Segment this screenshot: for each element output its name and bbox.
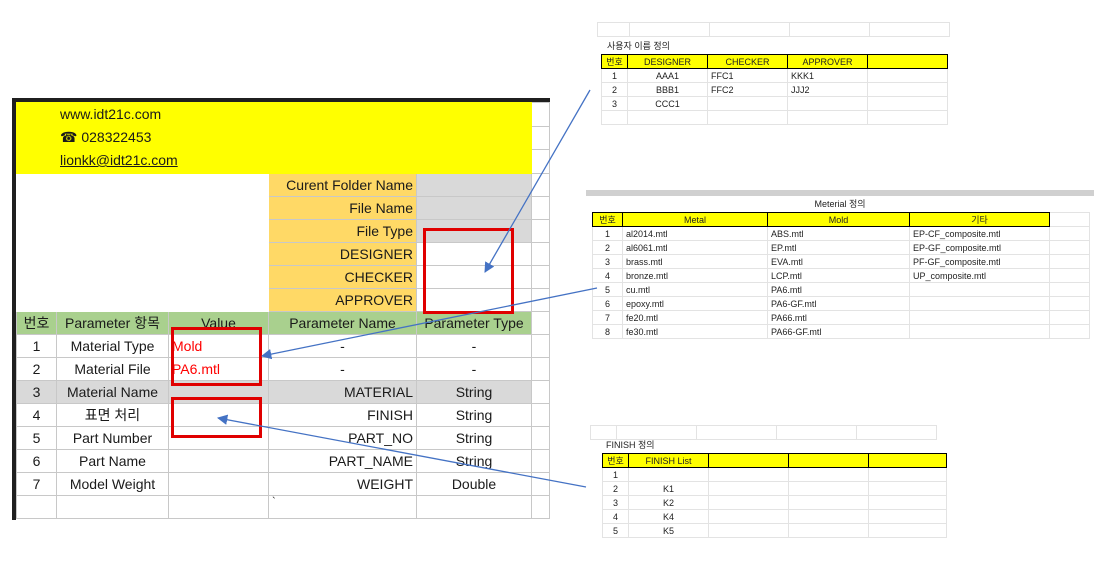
arrow-material-to-value <box>260 287 598 360</box>
arrow-user-to-approvals <box>484 89 591 273</box>
connector-arrows <box>216 89 598 488</box>
arrow-finish-to-value <box>216 414 587 488</box>
